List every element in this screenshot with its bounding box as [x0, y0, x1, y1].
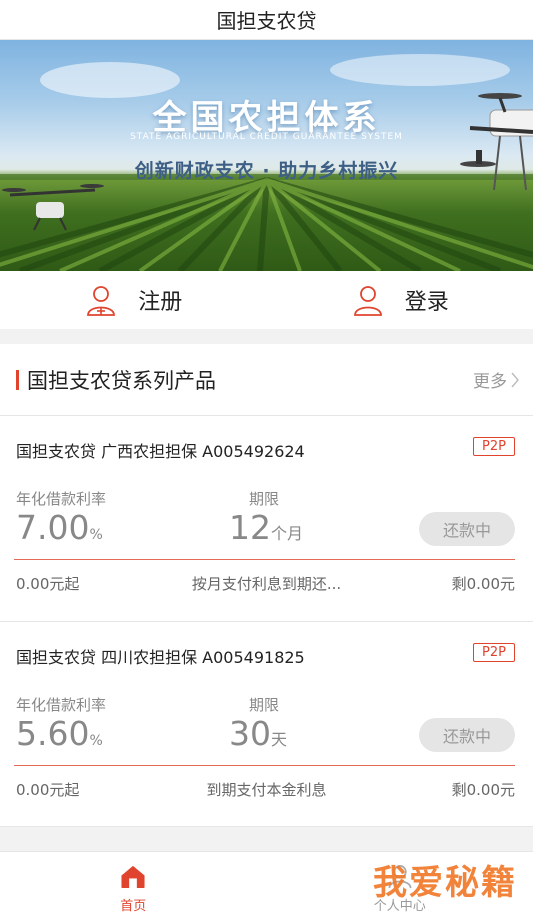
register-button[interactable]: 注册 [0, 271, 267, 329]
tab-home-label: 首页 [120, 899, 147, 914]
login-label: 登录 [404, 290, 449, 315]
term-label: 期限 [249, 696, 280, 714]
product-name: 国担支农贷 四川农担担保 A005491825 [16, 648, 305, 667]
product-name: 国担支农贷 广西农担担保 A005492624 [16, 442, 305, 461]
section-accent-bar [16, 369, 19, 390]
product-tag: P2P [473, 437, 515, 456]
person-icon [388, 865, 412, 889]
register-label: 注册 [138, 290, 183, 315]
bottom-tab-bar: 首页 个人中心 [0, 851, 533, 914]
rate-label: 年化借款利率 [16, 490, 107, 508]
card-divider [14, 559, 515, 560]
products-header: 国担支农贷系列产品 更多 [0, 344, 533, 416]
card-divider [14, 765, 515, 766]
remaining-amount: 剩0.00元 [451, 781, 515, 799]
section-title: 国担支农贷系列产品 [27, 368, 216, 393]
term-value: 12个月 [229, 508, 304, 547]
status-button[interactable]: 还款中 [419, 718, 515, 752]
login-button[interactable]: 登录 [267, 271, 533, 329]
banner-subtitle: STATE AGRICULTURAL CREDIT GUARANTEE SYST… [130, 132, 403, 142]
product-tag: P2P [473, 643, 515, 662]
promo-banner[interactable]: 全国农担体系 STATE AGRICULTURAL CREDIT GUARANT… [0, 40, 533, 271]
term-value: 30天 [229, 714, 288, 753]
tab-profile[interactable]: 个人中心 [267, 852, 533, 914]
product-card[interactable]: 国担支农贷 四川农担担保 A005491825 P2P 年化借款利率 期限 5.… [0, 622, 533, 827]
banner-slogan: 创新财政支农 · 助力乡村振兴 [134, 160, 399, 182]
home-icon [121, 865, 145, 889]
user-add-icon [87, 286, 116, 316]
rate-value: 5.60% [16, 714, 103, 753]
rate-value: 7.00% [16, 508, 103, 547]
top-bar: 国担支农贷 [0, 0, 533, 40]
user-icon [353, 286, 382, 316]
tab-home[interactable]: 首页 [0, 852, 267, 914]
chevron-right-icon [511, 372, 519, 387]
rate-label: 年化借款利率 [16, 696, 107, 714]
auth-bar: 注册 登录 [0, 271, 533, 329]
products-section: 国担支农贷系列产品 更多 国担支农贷 广西农担担保 A005492624 P2P… [0, 344, 533, 827]
remaining-amount: 剩0.00元 [451, 575, 515, 593]
more-link[interactable]: 更多 [473, 367, 519, 392]
term-label: 期限 [249, 490, 280, 508]
product-card[interactable]: 国担支农贷 广西农担担保 A005492624 P2P 年化借款利率 期限 7.… [0, 416, 533, 622]
more-label: 更多 [473, 372, 507, 392]
page-title: 国担支农贷 [216, 9, 317, 33]
tab-profile-label: 个人中心 [373, 899, 426, 914]
status-button[interactable]: 还款中 [419, 512, 515, 546]
